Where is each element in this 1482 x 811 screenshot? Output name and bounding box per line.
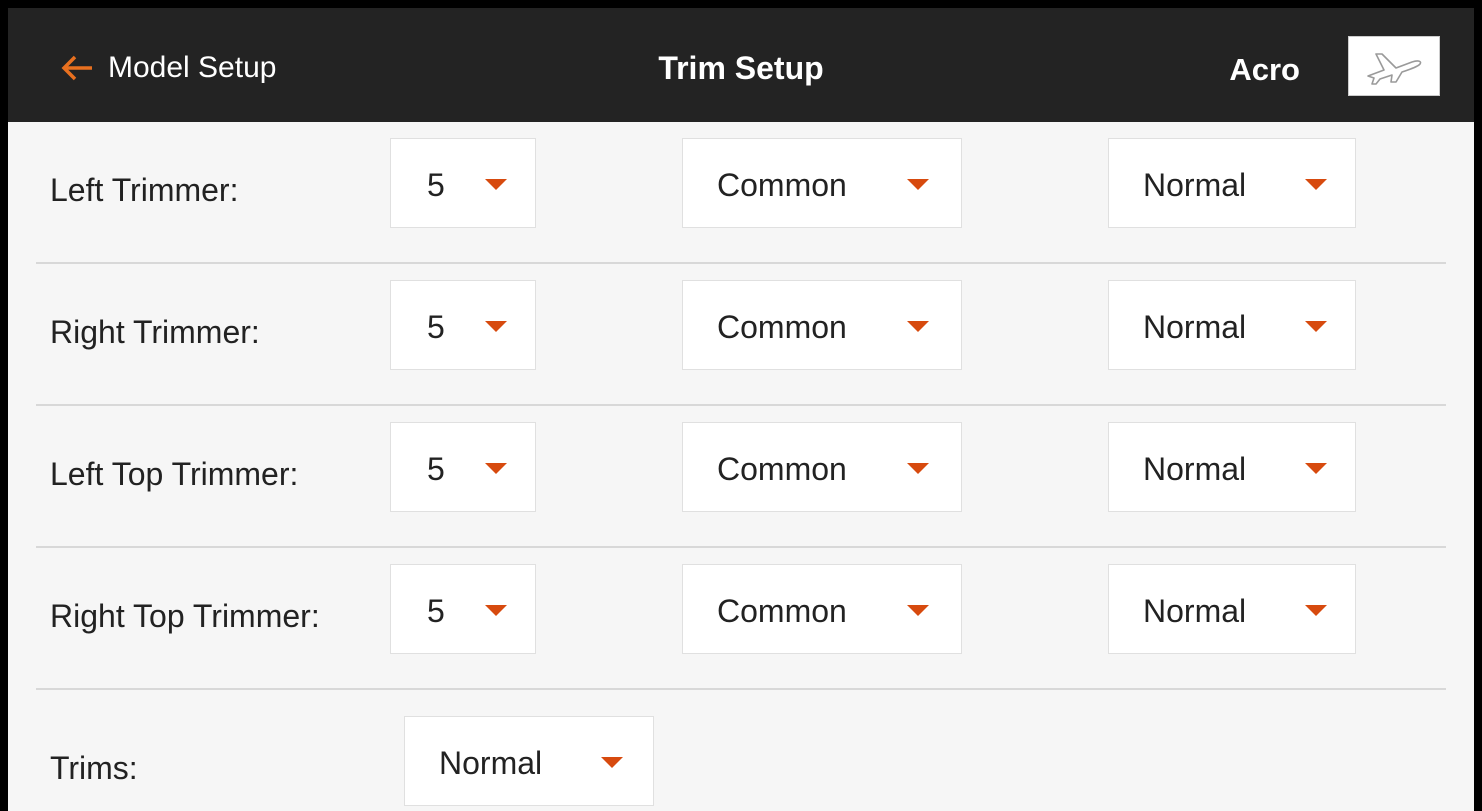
trim-type-dropdown[interactable]: Common bbox=[682, 280, 962, 370]
trim-type-dropdown[interactable]: Common bbox=[682, 138, 962, 228]
trim-steps-dropdown[interactable]: 5 bbox=[390, 422, 536, 512]
caret-down-icon bbox=[907, 463, 929, 474]
trim-direction-dropdown[interactable]: Normal bbox=[1108, 280, 1356, 370]
caret-down-icon bbox=[485, 605, 507, 616]
row-label: Left Top Trimmer: bbox=[50, 456, 299, 492]
trim-steps-dropdown[interactable]: 5 bbox=[390, 138, 536, 228]
caret-down-icon bbox=[485, 463, 507, 474]
trim-steps-dropdown[interactable]: 5 bbox=[390, 564, 536, 654]
caret-down-icon bbox=[907, 179, 929, 190]
trimmer-row-right: Right Trimmer: 5 Common Normal bbox=[36, 264, 1446, 406]
dropdown-value: 5 bbox=[427, 309, 445, 345]
dropdown-value: Common bbox=[717, 593, 847, 629]
dropdown-value: Common bbox=[717, 309, 847, 345]
dropdown-value: 5 bbox=[427, 167, 445, 203]
trimmer-row-left-top: Left Top Trimmer: 5 Common Normal bbox=[36, 406, 1446, 548]
caret-down-icon bbox=[907, 321, 929, 332]
trim-direction-dropdown[interactable]: Normal bbox=[1108, 564, 1356, 654]
trim-direction-dropdown[interactable]: Normal bbox=[1108, 138, 1356, 228]
dropdown-value: Common bbox=[717, 167, 847, 203]
dropdown-value: Normal bbox=[439, 745, 543, 781]
row-label: Trims: bbox=[50, 750, 138, 786]
trimmer-row-right-top: Right Top Trimmer: 5 Common Normal bbox=[36, 548, 1446, 690]
caret-down-icon bbox=[485, 179, 507, 190]
row-label: Right Top Trimmer: bbox=[50, 598, 320, 634]
dropdown-value: Normal bbox=[1143, 309, 1247, 345]
screen: Model Setup Trim Setup Acro Left Trimmer… bbox=[8, 8, 1474, 811]
trims-dropdown[interactable]: Normal bbox=[404, 716, 654, 806]
model-image-button[interactable] bbox=[1348, 36, 1440, 96]
caret-down-icon bbox=[1305, 463, 1327, 474]
caret-down-icon bbox=[1305, 605, 1327, 616]
dropdown-value: Normal bbox=[1143, 167, 1247, 203]
trim-type-dropdown[interactable]: Common bbox=[682, 564, 962, 654]
back-label: Model Setup bbox=[108, 51, 277, 84]
dropdown-value: 5 bbox=[427, 451, 445, 487]
trims-row: Trims: Normal bbox=[36, 690, 1446, 811]
caret-down-icon bbox=[907, 605, 929, 616]
trim-direction-dropdown[interactable]: Normal bbox=[1108, 422, 1356, 512]
dropdown-value: Normal bbox=[1143, 451, 1247, 487]
dropdown-value: 5 bbox=[427, 593, 445, 629]
trimmer-row-left: Left Trimmer: 5 Common Normal bbox=[36, 122, 1446, 264]
caret-down-icon bbox=[601, 757, 623, 768]
caret-down-icon bbox=[485, 321, 507, 332]
row-label: Right Trimmer: bbox=[50, 314, 260, 350]
row-label: Left Trimmer: bbox=[50, 172, 239, 208]
airplane-icon bbox=[1367, 53, 1422, 85]
trim-type-dropdown[interactable]: Common bbox=[682, 422, 962, 512]
header-bar: Model Setup Trim Setup Acro bbox=[8, 8, 1474, 122]
caret-down-icon bbox=[1305, 321, 1327, 332]
trim-steps-dropdown[interactable]: 5 bbox=[390, 280, 536, 370]
arrow-left-icon bbox=[61, 55, 92, 81]
dropdown-value: Common bbox=[717, 451, 847, 487]
model-type-label: Acro bbox=[1229, 52, 1300, 87]
caret-down-icon bbox=[1305, 179, 1327, 190]
dropdown-value: Normal bbox=[1143, 593, 1247, 629]
back-button[interactable]: Model Setup bbox=[60, 50, 276, 86]
